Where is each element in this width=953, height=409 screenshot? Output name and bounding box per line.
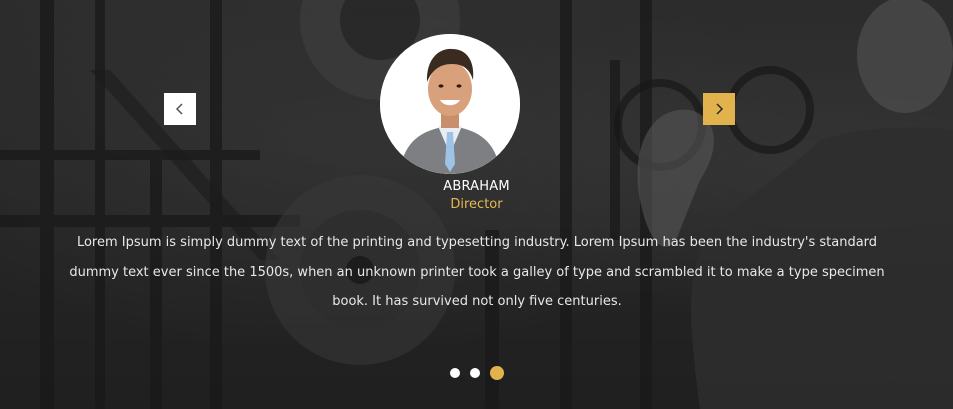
avatar — [380, 34, 520, 174]
slider-pagination — [0, 366, 953, 380]
pagination-dot-1[interactable] — [449, 368, 460, 378]
person-portrait — [380, 34, 520, 174]
testimonial-quote: Lorem Ipsum is simply dummy text of the … — [69, 235, 885, 309]
pagination-dot-3-active[interactable] — [489, 366, 504, 380]
testimonial-name: ABRAHAM — [443, 179, 510, 194]
previous-slide-button[interactable] — [164, 93, 196, 125]
chevron-left-icon — [175, 103, 183, 115]
pagination-dot-2[interactable] — [469, 368, 480, 378]
next-slide-button[interactable] — [703, 93, 735, 125]
testimonial-slider: ABRAHAM Director Lorem Ipsum is simply d… — [0, 0, 953, 409]
testimonial-role: Director — [450, 197, 503, 212]
chevron-right-icon — [716, 103, 724, 115]
